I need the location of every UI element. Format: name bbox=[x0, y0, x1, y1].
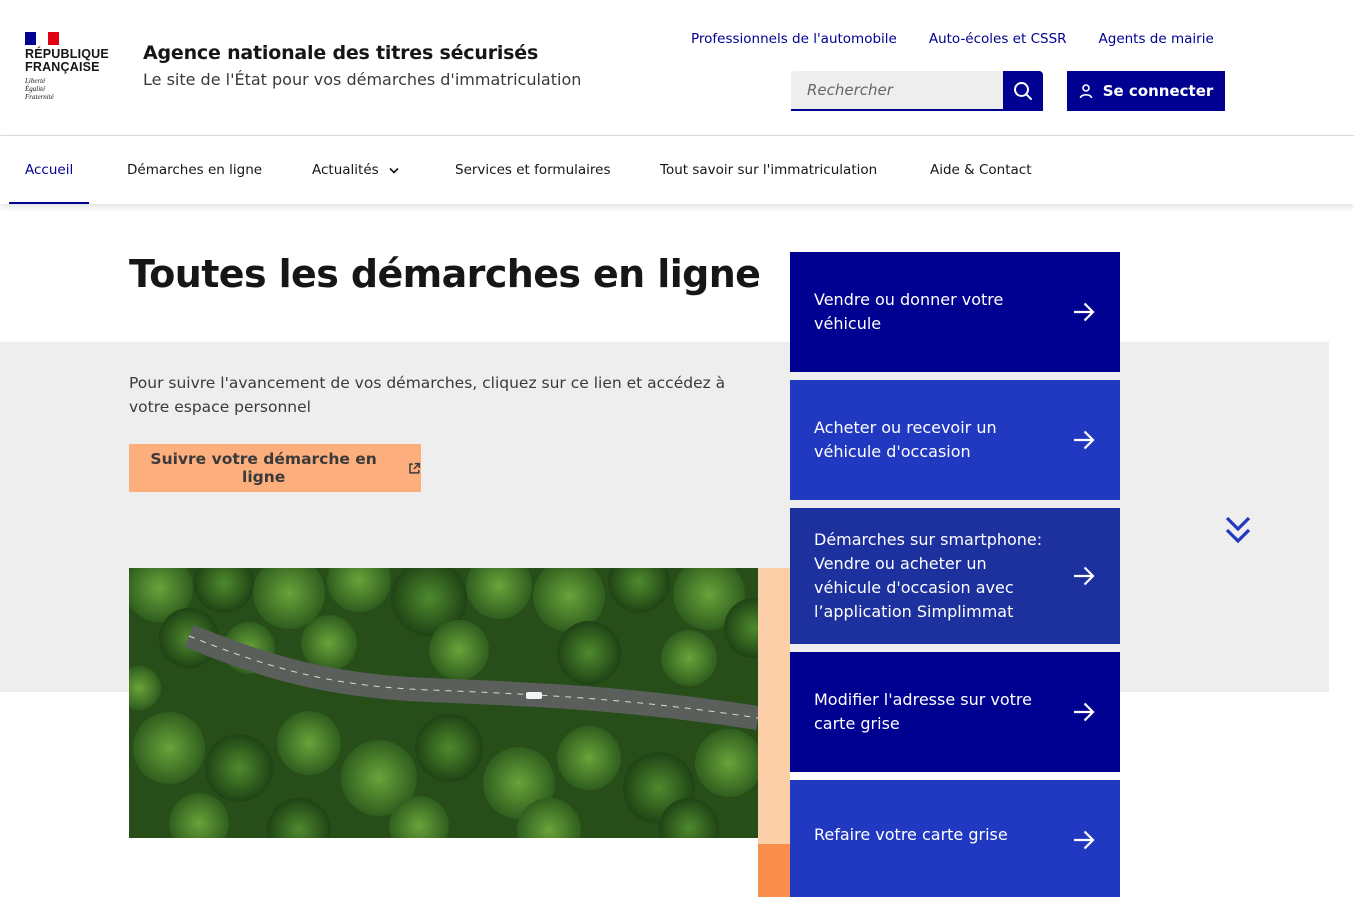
chevron-down-icon bbox=[389, 167, 399, 174]
decorative-peach-strip bbox=[758, 568, 790, 844]
nav-item-demarches-en-ligne[interactable]: Démarches en ligne bbox=[127, 136, 262, 204]
nav-item-services-formulaires[interactable]: Services et formulaires bbox=[455, 136, 611, 204]
card-label: Modifier l'adresse sur votre carte grise bbox=[814, 690, 1032, 733]
motto-fraternite: Fraternité bbox=[25, 93, 54, 101]
double-chevron-down-icon bbox=[1225, 516, 1251, 544]
login-button[interactable]: Se connecter bbox=[1067, 71, 1225, 111]
nav-item-actualites-label: Actualités bbox=[312, 162, 379, 178]
site-header: RÉPUBLIQUE FRANÇAISE Liberté Égalité Fra… bbox=[0, 0, 1354, 136]
arrow-right-icon bbox=[1074, 566, 1095, 586]
scroll-down-button[interactable] bbox=[1224, 514, 1252, 546]
link-agents-mairie[interactable]: Agents de mairie bbox=[1099, 31, 1214, 47]
search-button[interactable] bbox=[1003, 71, 1043, 111]
card-simplimmat-smartphone[interactable]: Démarches sur smartphone: Vendre ou ache… bbox=[790, 508, 1120, 644]
link-professionnels-automobile[interactable]: Professionnels de l'automobile bbox=[691, 31, 897, 47]
main-navigation: Accueil Démarches en ligne Actualités Se… bbox=[0, 136, 1354, 204]
login-label: Se connecter bbox=[1102, 82, 1214, 100]
arrow-right-icon bbox=[1074, 830, 1095, 849]
user-icon bbox=[1079, 83, 1093, 98]
motto-liberte: Liberté bbox=[25, 77, 46, 85]
nav-item-aide-contact[interactable]: Aide & Contact bbox=[930, 136, 1032, 204]
nav-item-tout-savoir-immatriculation[interactable]: Tout savoir sur l'immatriculation bbox=[660, 136, 877, 204]
card-label: Refaire votre carte grise bbox=[814, 824, 1008, 844]
follow-procedure-label: Suivre votre démarche en ligne bbox=[150, 450, 377, 486]
card-vendre-donner-vehicule[interactable]: Vendre ou donner votre véhicule bbox=[790, 252, 1120, 372]
arrow-right-icon bbox=[1074, 302, 1095, 322]
card-label: Acheter ou recevoir un véhicule d'occasi… bbox=[814, 418, 997, 461]
search-input[interactable] bbox=[791, 71, 1003, 111]
card-modifier-adresse[interactable]: Modifier l'adresse sur votre carte grise bbox=[790, 652, 1120, 772]
motto-egalite: Égalité bbox=[25, 85, 46, 93]
nav-item-accueil[interactable]: Accueil bbox=[8, 136, 90, 204]
forest-road-aerial-image bbox=[129, 568, 758, 838]
card-label: Vendre ou donner votre véhicule bbox=[814, 290, 1004, 333]
link-auto-ecoles-cssr[interactable]: Auto-écoles et CSSR bbox=[929, 31, 1067, 47]
site-title[interactable]: Agence nationale des titres sécurisés bbox=[143, 42, 538, 64]
page-title: Toutes les démarches en ligne bbox=[129, 252, 761, 296]
republic-name: RÉPUBLIQUE FRANÇAISE bbox=[25, 48, 115, 74]
follow-procedure-button[interactable]: Suivre votre démarche en ligne bbox=[129, 444, 421, 492]
card-label: Démarches sur smartphone: Vendre ou ache… bbox=[814, 530, 1043, 621]
search-icon bbox=[1014, 82, 1032, 100]
republic-name-line2: FRANÇAISE bbox=[25, 60, 100, 74]
decorative-orange-strip bbox=[758, 844, 790, 897]
card-refaire-carte-grise[interactable]: Refaire votre carte grise bbox=[790, 780, 1120, 897]
search-bar bbox=[791, 71, 1043, 111]
marianne-flag-icon bbox=[25, 32, 59, 45]
intro-text: Pour suivre l'avancement de vos démarche… bbox=[129, 374, 726, 416]
nav-item-actualites[interactable]: Actualités bbox=[312, 136, 399, 204]
arrow-right-icon bbox=[1074, 702, 1095, 722]
header-quick-links: Professionnels de l'automobile Auto-écol… bbox=[691, 31, 1246, 47]
external-link-icon bbox=[409, 462, 421, 474]
republique-francaise-logo[interactable]: RÉPUBLIQUE FRANÇAISE Liberté Égalité Fra… bbox=[25, 32, 115, 101]
republic-motto: Liberté Égalité Fraternité bbox=[25, 77, 115, 101]
site-tagline: Le site de l'État pour vos démarches d'i… bbox=[143, 70, 582, 89]
card-acheter-recevoir-occasion[interactable]: Acheter ou recevoir un véhicule d'occasi… bbox=[790, 380, 1120, 500]
arrow-right-icon bbox=[1074, 430, 1095, 450]
